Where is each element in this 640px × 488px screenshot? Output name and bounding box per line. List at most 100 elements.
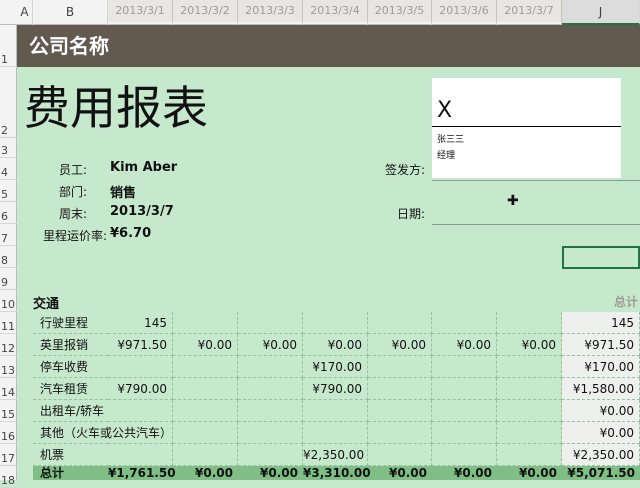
company-name-banner[interactable]: 公司名称 xyxy=(17,25,640,67)
employee-value[interactable]: Kim Aber xyxy=(110,160,177,175)
table-cell[interactable]: ¥0.00 xyxy=(497,334,562,356)
row-label[interactable]: 停车收费 xyxy=(33,356,108,378)
table-cell[interactable] xyxy=(238,356,303,378)
rate-value[interactable]: ¥6.70 xyxy=(110,226,151,241)
row-total-cell[interactable]: 145 xyxy=(562,312,640,334)
table-cell[interactable] xyxy=(303,422,368,444)
table-cell[interactable]: ¥170.00 xyxy=(303,356,368,378)
table-cell[interactable] xyxy=(238,400,303,422)
table-cell[interactable] xyxy=(432,422,497,444)
row-header-8[interactable]: 8 xyxy=(0,246,17,268)
table-cell[interactable] xyxy=(432,356,497,378)
row-header-14[interactable]: 14 xyxy=(0,378,17,400)
row-header-11[interactable]: 11 xyxy=(0,312,17,334)
table-cell[interactable] xyxy=(368,312,432,334)
summary-cell[interactable]: ¥1,761.50 xyxy=(108,466,176,488)
week-end-value[interactable]: 2013/3/7 xyxy=(110,204,174,219)
row-total-cell[interactable]: ¥0.00 xyxy=(562,400,640,422)
table-cell[interactable] xyxy=(432,444,497,466)
table-cell[interactable] xyxy=(108,356,173,378)
table-cell[interactable] xyxy=(432,312,497,334)
row-header-7[interactable]: 7 xyxy=(0,224,17,246)
signature-box[interactable]: X 张三三 经理 xyxy=(432,78,621,178)
table-cell[interactable]: ¥0.00 xyxy=(173,334,238,356)
table-cell[interactable] xyxy=(173,312,238,334)
table-cell[interactable] xyxy=(108,444,173,466)
table-cell[interactable] xyxy=(497,444,562,466)
table-cell[interactable] xyxy=(238,422,303,444)
row-header-1[interactable]: 1 xyxy=(0,25,17,67)
table-cell[interactable] xyxy=(303,312,368,334)
row-total-cell[interactable]: ¥971.50 xyxy=(562,334,640,356)
row-label[interactable]: 其他（火车或公共汽车） xyxy=(33,422,172,444)
row-label[interactable]: 英里报销 xyxy=(33,334,108,356)
row-header-12[interactable]: 12 xyxy=(0,334,17,356)
row-label[interactable]: 机票 xyxy=(33,444,108,466)
table-cell[interactable] xyxy=(173,356,238,378)
table-cell[interactable] xyxy=(368,422,432,444)
row-label[interactable]: 出租车/轿车 xyxy=(33,400,108,422)
table-cell[interactable] xyxy=(238,312,303,334)
row-header-17[interactable]: 17 xyxy=(0,444,17,466)
selected-cell-J8[interactable] xyxy=(562,246,640,269)
summary-cell[interactable]: ¥3,310.00 xyxy=(303,466,371,488)
summary-cell[interactable]: ¥0.00 xyxy=(238,466,303,488)
row-header-3[interactable]: 3 xyxy=(0,138,17,158)
row-header-13[interactable]: 13 xyxy=(0,356,17,378)
table-cell[interactable] xyxy=(497,356,562,378)
table-cell[interactable] xyxy=(497,378,562,400)
row-label[interactable]: 汽车租赁 xyxy=(33,378,108,400)
table-cell[interactable] xyxy=(173,400,238,422)
row-total-cell[interactable]: ¥1,580.00 xyxy=(562,378,640,400)
table-cell[interactable]: ¥971.50 xyxy=(108,334,173,356)
summary-cell[interactable]: ¥0.00 xyxy=(432,466,497,488)
table-cell[interactable] xyxy=(432,378,497,400)
report-title[interactable]: 费用报表 xyxy=(24,72,208,138)
table-cell[interactable]: ¥790.00 xyxy=(303,378,368,400)
table-cell[interactable] xyxy=(497,422,562,444)
table-cell[interactable] xyxy=(238,378,303,400)
summary-cell[interactable]: ¥0.00 xyxy=(368,466,432,488)
table-cell[interactable]: ¥0.00 xyxy=(368,334,432,356)
table-cell[interactable]: 145 xyxy=(108,312,173,334)
row-total-cell[interactable]: ¥170.00 xyxy=(562,356,640,378)
row-label[interactable]: 行驶里程 xyxy=(33,312,108,334)
table-cell[interactable] xyxy=(368,378,432,400)
table-cell[interactable] xyxy=(303,400,368,422)
row-header-4[interactable]: 4 xyxy=(0,158,17,180)
row-header-18[interactable]: 18 xyxy=(0,466,17,488)
column-header-J[interactable]: J xyxy=(562,0,640,25)
table-cell[interactable] xyxy=(173,378,238,400)
row-total-cell[interactable]: ¥2,350.00 xyxy=(562,444,640,466)
table-cell[interactable] xyxy=(497,400,562,422)
table-cell[interactable] xyxy=(368,444,432,466)
table-cell[interactable] xyxy=(173,444,238,466)
row-header-6[interactable]: 6 xyxy=(0,202,17,224)
table-cell[interactable]: ¥0.00 xyxy=(303,334,368,356)
table-cell[interactable]: ¥0.00 xyxy=(432,334,497,356)
summary-cell[interactable]: ¥0.00 xyxy=(173,466,238,488)
grand-total-cell[interactable]: ¥5,071.50 xyxy=(562,466,640,488)
table-cell[interactable] xyxy=(432,400,497,422)
row-header-15[interactable]: 15 xyxy=(0,400,17,422)
column-header-B[interactable]: B xyxy=(33,0,108,25)
row-header-16[interactable]: 16 xyxy=(0,422,17,444)
row-header-2[interactable]: 2 xyxy=(0,67,17,138)
row-header-5[interactable]: 5 xyxy=(0,180,17,202)
table-cell[interactable]: ¥2,350.00 xyxy=(303,444,368,466)
row-header-9[interactable]: 9 xyxy=(0,268,17,290)
summary-cell[interactable]: ¥0.00 xyxy=(497,466,562,488)
table-cell[interactable] xyxy=(368,400,432,422)
dept-value[interactable]: 销售 xyxy=(110,182,136,201)
row-header-10[interactable]: 10 xyxy=(0,290,17,312)
table-cell[interactable] xyxy=(368,356,432,378)
table-cell[interactable] xyxy=(497,312,562,334)
table-cell[interactable]: ¥790.00 xyxy=(108,378,173,400)
table-cell[interactable]: ¥0.00 xyxy=(238,334,303,356)
table-cell[interactable] xyxy=(238,444,303,466)
table-cell[interactable] xyxy=(108,422,173,444)
column-header-A[interactable]: A xyxy=(17,0,33,25)
table-cell[interactable] xyxy=(173,422,238,444)
table-cell[interactable] xyxy=(108,400,173,422)
row-total-cell[interactable]: ¥0.00 xyxy=(562,422,640,444)
